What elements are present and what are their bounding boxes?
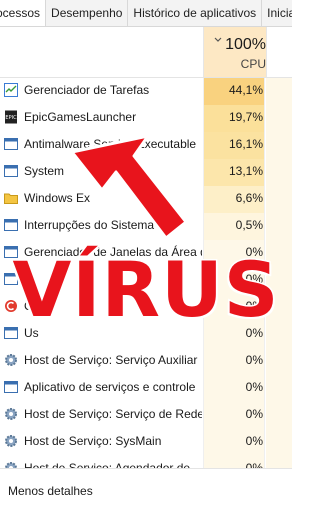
process-cpu: 0% xyxy=(203,375,265,402)
cpu-column-label: CPU xyxy=(240,57,266,71)
process-row[interactable]: Host de Serviço: Serviço de Rede 0% xyxy=(0,402,292,429)
cpu-total-percent: 100% xyxy=(225,36,266,53)
service-window-icon xyxy=(4,326,18,340)
process-next-column xyxy=(266,132,292,159)
process-cpu: 16,1% xyxy=(203,132,265,159)
folder-icon xyxy=(4,191,18,205)
column-header: 100% CPU xyxy=(0,27,292,78)
process-row[interactable]: Host de Serviço: Serviço Auxiliar 0% xyxy=(0,348,292,375)
process-cpu: 44,1% xyxy=(203,78,265,105)
process-name: Gerenciador de Janelas da Área de Trabal… xyxy=(24,245,202,259)
tab-historico-aplicativos[interactable]: Histórico de aplicativos xyxy=(128,0,263,26)
process-name: Host de Serviço: SysMain xyxy=(24,434,162,448)
process-cpu: 0% xyxy=(203,402,265,429)
process-cpu: 0% xyxy=(203,429,265,456)
process-row[interactable]: Antimalware Service Executable 16,1% xyxy=(0,132,292,159)
footer: Menos detalhes xyxy=(0,468,292,521)
process-cpu: 0% xyxy=(203,240,265,267)
process-next-column xyxy=(266,78,292,105)
process-name: Interrupções do Sistema xyxy=(24,218,155,232)
process-next-column xyxy=(266,429,292,456)
epic-games-icon: EPIC xyxy=(4,110,18,124)
process-next-column xyxy=(266,159,292,186)
process-row[interactable]: Aplicativo de serviços e controle 0% xyxy=(0,375,292,402)
process-row[interactable]: Gerenciador de Tarefas 44,1% xyxy=(0,78,292,105)
process-next-column xyxy=(266,321,292,348)
tab-processos[interactable]: ocessos xyxy=(0,0,47,26)
process-cpu: 19,7% xyxy=(203,105,265,132)
process-row[interactable]: Gerenciador de Janelas da Área de Trabal… xyxy=(0,240,292,267)
process-cpu: 6,6% xyxy=(203,186,265,213)
process-cpu: 0% xyxy=(203,267,265,294)
process-name: Us xyxy=(24,326,39,340)
process-name: Gerenciador de Tarefas xyxy=(24,83,150,97)
service-window-icon xyxy=(4,380,18,394)
process-name: Aplicativo de serviços e controle xyxy=(24,380,196,394)
process-row[interactable]: 0% xyxy=(0,267,292,294)
process-name xyxy=(24,267,202,294)
process-row[interactable]: Windows Ex 6,6% xyxy=(0,186,292,213)
process-next-column xyxy=(266,375,292,402)
service-window-icon xyxy=(4,164,18,178)
process-name: Antimalware Service Executable xyxy=(24,137,197,151)
process-cpu: 0% xyxy=(203,294,265,321)
process-row[interactable]: Host de Serviço: SysMain 0% xyxy=(0,429,292,456)
service-window-icon xyxy=(4,218,18,232)
process-name: C xyxy=(24,299,33,313)
gear-icon xyxy=(4,407,18,421)
process-name: Host de Serviço: Serviço Auxiliar xyxy=(24,353,198,367)
gear-icon xyxy=(4,353,18,367)
process-next-column xyxy=(266,267,292,294)
process-cpu: 0% xyxy=(203,321,265,348)
process-next-column xyxy=(266,105,292,132)
tab-bar: ocessos Desempenho Histórico de aplicati… xyxy=(0,0,292,27)
tab-desempenho[interactable]: Desempenho xyxy=(46,0,129,26)
service-window-icon xyxy=(4,272,18,286)
process-next-column xyxy=(266,213,292,240)
process-name: EpicGamesLauncher xyxy=(24,110,137,124)
process-next-column xyxy=(266,402,292,429)
service-window-icon xyxy=(4,245,18,259)
process-row[interactable]: C 0% xyxy=(0,294,292,321)
process-cpu: 0% xyxy=(203,348,265,375)
process-row[interactable]: EPIC EpicGamesLauncher 19,7% xyxy=(0,105,292,132)
less-details-link[interactable]: Menos detalhes xyxy=(8,484,93,498)
process-cpu: 0,5% xyxy=(203,213,265,240)
process-next-column xyxy=(266,240,292,267)
process-name: Windows Ex xyxy=(24,191,91,205)
tab-inicializar[interactable]: Inicializ xyxy=(262,0,292,26)
gear-icon xyxy=(4,434,18,448)
process-row[interactable]: Us 0% xyxy=(0,321,292,348)
cpu-column-header[interactable]: 100% CPU xyxy=(203,27,267,77)
process-name: System xyxy=(24,164,65,178)
svg-text:EPIC: EPIC xyxy=(5,115,17,121)
ccleaner-icon xyxy=(4,299,18,313)
process-row[interactable]: Interrupções do Sistema 0,5% xyxy=(0,213,292,240)
process-next-column xyxy=(266,294,292,321)
process-name: Host de Serviço: Serviço de Rede xyxy=(24,407,202,421)
process-list: Gerenciador de Tarefas 44,1% EPIC EpicGames… xyxy=(0,78,292,483)
process-row[interactable]: System 13,1% xyxy=(0,159,292,186)
process-next-column xyxy=(266,348,292,375)
process-cpu: 13,1% xyxy=(203,159,265,186)
process-next-column xyxy=(266,186,292,213)
sort-down-icon xyxy=(214,37,222,42)
service-window-icon xyxy=(4,137,18,151)
task-manager-icon xyxy=(4,83,18,97)
